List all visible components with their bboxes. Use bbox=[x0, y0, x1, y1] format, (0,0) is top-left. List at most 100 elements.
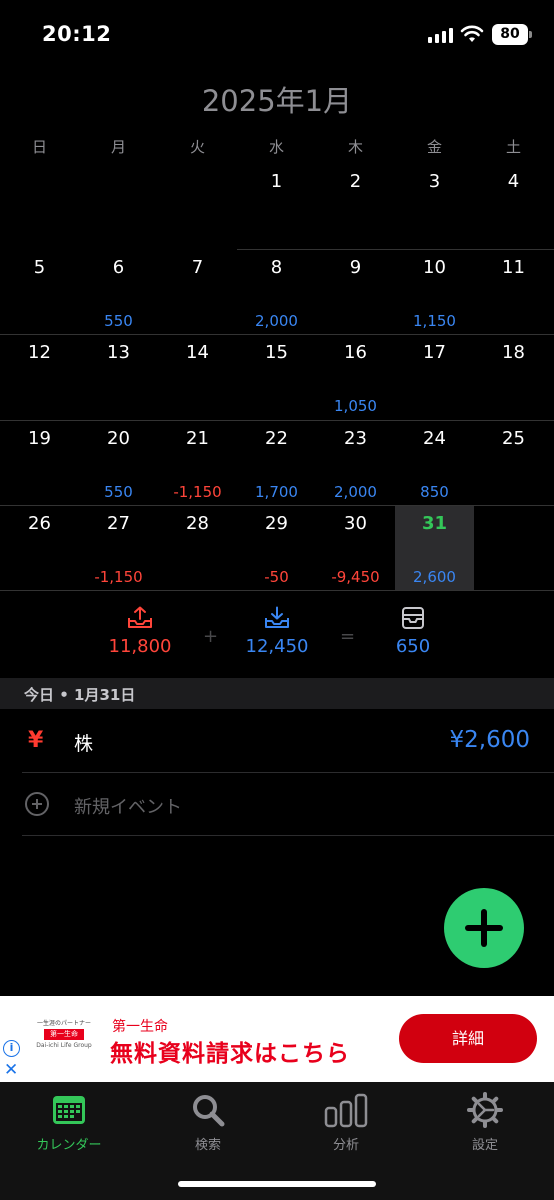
calendar-day[interactable]: 5 bbox=[0, 249, 79, 334]
weekday-fri: 金 bbox=[426, 138, 442, 156]
calendar-day[interactable]: 19 bbox=[0, 420, 79, 505]
new-event-row[interactable]: 新規イベント bbox=[0, 773, 554, 835]
day-amount: -50 bbox=[264, 568, 289, 587]
day-amount: 550 bbox=[104, 311, 133, 330]
ad-headline[interactable]: 無料資料請求はこちら bbox=[110, 1034, 350, 1068]
event-name: 株 bbox=[74, 733, 94, 755]
day-amount: 550 bbox=[104, 482, 133, 501]
new-event-label: 新規イベント bbox=[74, 797, 182, 818]
day-amount: -1,150 bbox=[94, 568, 143, 587]
calendar-day[interactable]: 8 2,000 bbox=[237, 249, 316, 334]
day-amount: 1,150 bbox=[413, 311, 456, 330]
add-event-button[interactable] bbox=[444, 888, 524, 968]
month-title[interactable]: 2025年1月 bbox=[0, 78, 554, 120]
calendar-day[interactable]: 9 bbox=[316, 249, 395, 334]
day-number: 31 bbox=[421, 513, 448, 535]
day-number: 20 bbox=[107, 427, 130, 449]
tab-calendar[interactable]: カレンダー bbox=[9, 1092, 129, 1153]
day-number: 6 bbox=[112, 256, 125, 278]
event-amount: ¥2,600 bbox=[449, 727, 530, 753]
weekday-sat: 土 bbox=[505, 138, 521, 156]
balance-total: 650 bbox=[395, 636, 431, 657]
event-row[interactable]: ¥ 株 ¥2,600 bbox=[0, 710, 554, 772]
week-separator bbox=[0, 590, 554, 591]
calendar-day[interactable]: 18 bbox=[474, 334, 553, 419]
calendar-day[interactable]: 30 -9,450 bbox=[316, 505, 395, 590]
wifi-icon bbox=[460, 25, 484, 42]
calendar-day[interactable]: 10 1,150 bbox=[395, 249, 474, 334]
calendar-day[interactable]: 12 bbox=[0, 334, 79, 419]
day-number: 4 bbox=[507, 171, 520, 192]
calendar-day[interactable]: 7 bbox=[158, 249, 237, 334]
calendar-day[interactable]: 13 bbox=[79, 334, 158, 419]
calendar-day[interactable]: 26 bbox=[0, 505, 79, 590]
calendar-day[interactable]: 11 bbox=[474, 249, 553, 334]
calendar-day[interactable]: 29 -50 bbox=[237, 505, 316, 590]
ad-brand: 第一生命 bbox=[112, 1019, 168, 1035]
outbox-icon bbox=[128, 606, 152, 628]
calendar-day[interactable]: 28 bbox=[158, 505, 237, 590]
home-indicator bbox=[178, 1181, 376, 1187]
tab-analysis[interactable]: 分析 bbox=[286, 1092, 406, 1153]
ad-details-button[interactable]: 詳細 bbox=[399, 1014, 537, 1063]
inbox-icon bbox=[265, 606, 289, 628]
advertiser-logo: 一生涯のパートナー 第一生命 Dai-ichi Life Group bbox=[34, 1018, 94, 1058]
calendar-day[interactable]: 3 bbox=[395, 163, 474, 248]
day-amount: 2,000 bbox=[334, 482, 377, 501]
calendar-day[interactable]: 22 1,700 bbox=[237, 420, 316, 505]
calendar-day[interactable]: 14 bbox=[158, 334, 237, 419]
day-amount: 2,000 bbox=[255, 311, 298, 330]
calendar-day[interactable]: 21 -1,150 bbox=[158, 420, 237, 505]
ad-info-icon[interactable]: i bbox=[3, 1040, 20, 1057]
calendar-day[interactable]: 1 bbox=[237, 163, 316, 248]
tab-calendar-label: カレンダー bbox=[36, 1138, 102, 1153]
calendar-day[interactable]: 2 bbox=[316, 163, 395, 248]
day-number: 24 bbox=[423, 427, 446, 449]
cellular-signal-icon bbox=[428, 27, 454, 43]
calendar-day[interactable]: 16 1,050 bbox=[316, 334, 395, 419]
logo-name: 第一生命 bbox=[44, 1029, 84, 1040]
weekday-mon: 月 bbox=[110, 138, 126, 156]
day-amount: -1,150 bbox=[173, 482, 222, 501]
calendar-day[interactable]: 23 2,000 bbox=[316, 420, 395, 505]
gear-icon bbox=[467, 1092, 503, 1128]
day-number: 10 bbox=[423, 256, 446, 278]
calendar-day[interactable]: 6 550 bbox=[79, 249, 158, 334]
day-number: 27 bbox=[107, 513, 130, 535]
today-date-label: 今日 • 1月31日 bbox=[24, 686, 136, 704]
calendar-day[interactable]: 27 -1,150 bbox=[79, 505, 158, 590]
equals-operator: = bbox=[340, 626, 356, 647]
tab-settings-label: 設定 bbox=[471, 1138, 498, 1153]
day-number: 13 bbox=[107, 342, 130, 364]
calendar-day[interactable]: 15 bbox=[237, 334, 316, 419]
day-number: 7 bbox=[191, 256, 204, 278]
divider bbox=[22, 835, 554, 836]
calendar-day[interactable]: 4 bbox=[474, 163, 553, 248]
week-separator bbox=[237, 248, 554, 250]
expense-summary: 11,800 bbox=[85, 606, 195, 657]
logo-subtext: Dai-ichi Life Group bbox=[36, 1042, 92, 1049]
day-number: 2 bbox=[349, 171, 362, 192]
tab-analysis-label: 分析 bbox=[332, 1138, 359, 1153]
ad-close-icon[interactable]: ✕ bbox=[4, 1060, 18, 1080]
plus-operator: + bbox=[203, 626, 219, 647]
calendar-day-today[interactable]: 31 2,600 bbox=[395, 505, 474, 591]
calendar-day[interactable]: 17 bbox=[395, 334, 474, 419]
logo-tagline: 一生涯のパートナー bbox=[36, 1020, 91, 1027]
calendar-day[interactable]: 25 bbox=[474, 420, 553, 505]
tab-settings[interactable]: 設定 bbox=[425, 1092, 545, 1153]
day-amount: 2,600 bbox=[413, 568, 456, 587]
calendar-day[interactable]: 24 850 bbox=[395, 420, 474, 505]
battery-indicator: 80 bbox=[492, 24, 532, 45]
month-summary: 11,800 + 12,450 = 650 bbox=[0, 606, 554, 666]
day-number: 16 bbox=[344, 342, 367, 364]
ad-banner[interactable]: 一生涯のパートナー 第一生命 Dai-ichi Life Group 第一生命 … bbox=[0, 996, 554, 1082]
week-separator bbox=[0, 505, 554, 507]
weekday-sun: 日 bbox=[31, 138, 47, 156]
day-number: 17 bbox=[423, 342, 446, 364]
day-number: 5 bbox=[33, 256, 46, 278]
tab-search[interactable]: 検索 bbox=[148, 1092, 268, 1153]
day-number: 28 bbox=[186, 513, 209, 535]
archive-box-icon bbox=[402, 607, 424, 629]
calendar-day[interactable]: 20 550 bbox=[79, 420, 158, 505]
